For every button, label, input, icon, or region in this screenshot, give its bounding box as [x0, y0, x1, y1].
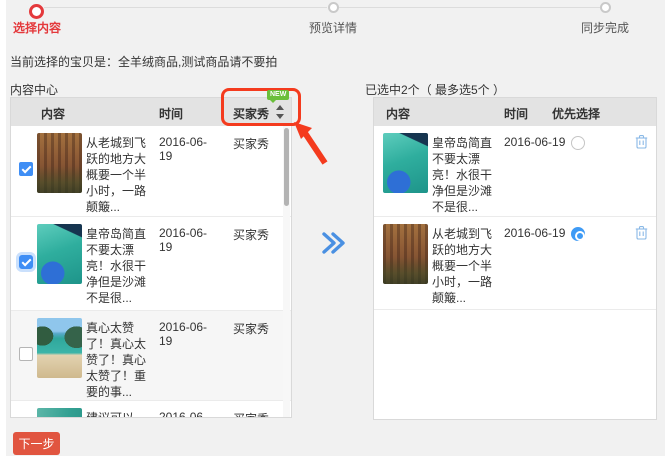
row-title: 真心太赞了！真心太赞了！真心太赞了！重要的事...: [86, 321, 147, 399]
stepper-connector: [44, 7, 327, 8]
table-row: 真心太赞了！真心太赞了！真心太赞了！重要的事... 2016-06-19 买家秀: [11, 310, 291, 400]
sync-wizard-page: 选择内容 预览详情 同步完成 当前选择的宝贝是：全羊绒商品,测试商品请不要拍 内…: [0, 0, 665, 458]
row-date: 2016-06-19: [159, 135, 208, 163]
content-table-header: 内容 时间 买家秀: [11, 98, 291, 126]
column-header-priority: 优先选择: [552, 107, 601, 121]
table-row: 从老城到飞跃的地方大概要一个半小时，一路颠簸... 2016-06-19 买家秀: [11, 126, 291, 216]
column-header-content: 内容: [41, 107, 66, 121]
column-header-time: 时间: [159, 107, 184, 121]
row-title: 皇帝岛简直不要太漂亮！水很干净但是沙滩不是很...: [432, 136, 493, 214]
row-type: 买家秀: [233, 410, 269, 417]
selected-table: 内容 时间 优先选择 皇帝岛简直不要太漂亮！水很干净但是沙滩不是很... 201…: [373, 97, 657, 420]
photo-thumbnail: [383, 133, 428, 193]
double-chevron-right-icon[interactable]: [321, 229, 345, 257]
photo-thumbnail: [37, 408, 82, 417]
row-checkbox[interactable]: [19, 162, 33, 176]
next-step-button[interactable]: 下一步: [13, 432, 60, 455]
content-center-title: 内容中心: [10, 83, 59, 97]
delete-button[interactable]: [633, 225, 650, 242]
step-label: 选择内容: [13, 21, 62, 35]
row-type: 买家秀: [233, 228, 270, 242]
table-row: 从老城到飞跃的地方大概要一个半小时，一路颠簸... 2016-06-19: [374, 216, 656, 309]
stepper-connector: [339, 7, 600, 8]
step-circle: [328, 2, 339, 13]
sort-icon[interactable]: [276, 105, 284, 119]
row-title: 从老城到飞跃的地方大概要一个半小时，一路颠簸...: [432, 227, 493, 305]
column-header-content: 内容: [386, 107, 411, 121]
row-type: 买家秀: [233, 137, 270, 151]
new-badge: NEW: [267, 90, 290, 103]
step-circle: [600, 2, 611, 13]
scrollbar-thumb[interactable]: [284, 128, 289, 206]
empty-table-space: [374, 309, 656, 419]
photo-thumbnail: [37, 318, 82, 378]
row-title: 从老城到飞跃的地方大概要一个半小时，一路颠簸...: [86, 136, 147, 214]
priority-radio[interactable]: [571, 136, 585, 150]
column-header-time: 时间: [504, 107, 529, 121]
table-row: 皇帝岛简直不要太漂亮！水很干净但是沙滩不是很... 2016-06-19: [374, 126, 656, 216]
step-label: 预览详情: [308, 21, 357, 35]
current-item-text: 当前选择的宝贝是：全羊绒商品,测试商品请不要拍: [10, 55, 278, 69]
row-checkbox[interactable]: [19, 346, 33, 361]
content-table: 内容 时间 买家秀 从老城到飞跃的地方大概要一个半小时，一路颠簸... 2016…: [10, 97, 292, 418]
delete-button[interactable]: [633, 134, 650, 151]
row-date: 2016-06-19: [159, 320, 208, 348]
row-date: 2016-06-19: [159, 226, 208, 254]
row-title: 皇帝岛简直不要太漂亮！水很干净但是沙滩不是很...: [86, 227, 147, 305]
photo-thumbnail: [37, 133, 82, 193]
selected-table-header: 内容 时间 优先选择: [374, 98, 656, 126]
table-row: 皇帝岛简直不要太漂亮！水很干净但是沙滩不是很... 2016-06-19 买家秀: [11, 216, 291, 310]
row-title: 建议可以深...: [86, 411, 135, 418]
row-date: 2016-06-19: [159, 410, 208, 418]
trash-icon: [635, 135, 648, 149]
row-checkbox[interactable]: [19, 254, 33, 269]
table-row: 建议可以深... 2016-06-19 买家秀: [11, 400, 291, 418]
priority-radio[interactable]: [571, 227, 585, 241]
column-header-buyer-show[interactable]: 买家秀: [233, 105, 269, 122]
selected-count-title: 已选中2个（ 最多选5个 ）: [365, 83, 506, 97]
photo-thumbnail: [37, 224, 82, 284]
row-type: 买家秀: [233, 322, 270, 336]
trash-icon: [635, 226, 648, 240]
step-label: 同步完成: [580, 21, 629, 35]
photo-thumbnail: [383, 224, 428, 284]
step-circle: [29, 4, 44, 19]
